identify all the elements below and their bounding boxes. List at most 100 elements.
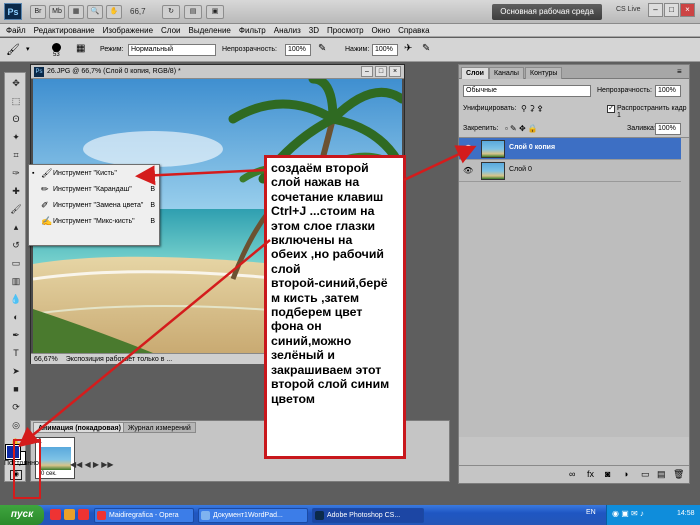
tab-measurement-log[interactable]: Журнал измерений — [123, 422, 196, 433]
new-group-icon[interactable]: ▭ — [641, 469, 650, 480]
flyout-item-brush[interactable]: ▪ 🖌 Инструмент "Кисть" B — [29, 166, 159, 181]
zoom-tool-icon[interactable]: 🔍 — [87, 5, 103, 19]
link-layers-icon[interactable]: ∞ — [569, 469, 575, 479]
delete-layer-icon[interactable]: 🗑 — [673, 469, 684, 480]
3d-orbit-tool-icon[interactable]: ◎ — [9, 419, 23, 431]
brush-tool-icon[interactable]: 🖌 — [6, 43, 20, 56]
doc-minimize-button[interactable]: – — [361, 66, 373, 77]
tray-icons[interactable]: ◉ ▣ ✉ ♪ — [612, 509, 644, 518]
rotate-view-icon[interactable]: ↻ — [162, 5, 180, 19]
flyout-item-mixer-brush[interactable]: ✍ Инструмент "Микс-кисть" B — [29, 214, 159, 229]
tablet-size-icon[interactable]: ✎ — [422, 43, 430, 54]
gradient-tool-icon[interactable]: ▥ — [9, 275, 23, 287]
menu-view[interactable]: Просмотр — [327, 24, 364, 36]
clock[interactable]: 14:58 — [677, 510, 695, 517]
quicklaunch-icon[interactable] — [64, 509, 75, 520]
brush-preset-preview[interactable] — [52, 43, 61, 52]
unify-position-icon[interactable]: ⚲ ⚳ ⚴ — [521, 104, 543, 113]
layer-mask-icon[interactable]: ◙ — [605, 469, 610, 479]
maximize-button[interactable]: □ — [664, 3, 679, 17]
menu-file[interactable]: Файл — [6, 24, 26, 36]
pressure-field[interactable]: 100% — [372, 44, 398, 56]
dodge-tool-icon[interactable]: ◐ — [9, 311, 23, 323]
adjustment-layer-icon[interactable]: ◑ — [623, 469, 628, 479]
brush-tool-icon[interactable]: 🖌 — [9, 203, 23, 215]
layer-opacity-field[interactable]: 100% — [655, 85, 681, 97]
bridge-button[interactable]: Br — [30, 5, 46, 19]
new-layer-icon[interactable]: ▤ — [657, 469, 666, 480]
menu-help[interactable]: Справка — [398, 24, 429, 36]
eyedropper-tool-icon[interactable]: ✑ — [9, 167, 23, 179]
opera-quicklaunch-icon[interactable] — [50, 509, 61, 520]
layer-style-icon[interactable]: fx — [587, 469, 594, 479]
type-tool-icon[interactable]: T — [9, 347, 23, 359]
panel-menu-icon[interactable]: ≡ — [677, 67, 682, 76]
tablet-opacity-icon[interactable]: ✎ — [318, 43, 326, 54]
task-photoshop[interactable]: Adobe Photoshop CS... — [312, 508, 424, 523]
zoom-level[interactable]: 66,7 — [130, 7, 146, 16]
opera-quicklaunch-icon[interactable] — [78, 509, 89, 520]
quick-mask-icon[interactable]: ◉ — [10, 470, 22, 480]
marquee-tool-icon[interactable]: ⬚ — [9, 95, 23, 107]
doc-close-button[interactable]: × — [389, 66, 401, 77]
workspace-switcher[interactable]: Основная рабочая среда — [492, 4, 602, 20]
airbrush-icon[interactable]: ✈ — [404, 43, 412, 54]
shape-tool-icon[interactable]: ■ — [9, 383, 23, 395]
history-brush-tool-icon[interactable]: ↺ — [9, 239, 23, 251]
screen-mode-icon[interactable]: ▣ — [206, 5, 224, 19]
foreground-color-swatch[interactable] — [5, 444, 21, 460]
document-title[interactable]: 26.JPG @ 66,7% (Слой 0 копия, RGB/8) * — [31, 65, 404, 79]
fill-field[interactable]: 100% — [655, 123, 681, 135]
crop-tool-icon[interactable]: ⌗ — [9, 149, 23, 161]
blend-mode-select[interactable]: Обычные — [463, 85, 591, 97]
frame-duration[interactable]: 0 сек. — [41, 471, 57, 477]
tab-layers[interactable]: Слои — [461, 67, 489, 79]
tab-paths[interactable]: Контуры — [525, 67, 563, 79]
hand-tool-icon[interactable]: ✋ — [106, 5, 122, 19]
arrange-documents-icon[interactable]: ▤ — [184, 5, 202, 19]
mode-select[interactable]: Нормальный — [128, 44, 216, 56]
doc-maximize-button[interactable]: □ — [375, 66, 387, 77]
quick-select-tool-icon[interactable]: ✦ — [9, 131, 23, 143]
task-wordpad[interactable]: Документ1WordPad... — [198, 508, 308, 523]
minimize-button[interactable]: – — [648, 3, 663, 17]
language-indicator[interactable]: EN — [586, 509, 596, 516]
menu-3d[interactable]: 3D — [309, 24, 319, 36]
start-button[interactable]: пуск — [0, 505, 44, 525]
menu-edit[interactable]: Редактирование — [34, 24, 95, 36]
layer-row-copy[interactable]: 👁 Слой 0 копия — [459, 138, 681, 160]
layer-row-base[interactable]: 👁 Слой 0 — [459, 160, 681, 182]
brush-panel-icon[interactable]: ▦ — [76, 43, 85, 54]
visibility-eye-icon[interactable]: 👁 — [463, 144, 473, 153]
propagate-checkbox[interactable]: ✓ — [607, 105, 615, 113]
tab-channels[interactable]: Каналы — [489, 67, 524, 79]
menu-filter[interactable]: Фильтр — [239, 24, 266, 36]
animation-frame[interactable]: 1 0 сек. — [35, 437, 75, 479]
menu-layers[interactable]: Слои — [161, 24, 180, 36]
close-button[interactable]: × — [680, 3, 695, 17]
menu-analysis[interactable]: Анализ — [274, 24, 301, 36]
menu-select[interactable]: Выделение — [188, 24, 230, 36]
chevron-down-icon[interactable]: ▾ — [26, 45, 30, 53]
menu-image[interactable]: Изображение — [103, 24, 153, 36]
pen-tool-icon[interactable]: ✒ — [9, 329, 23, 341]
lock-icons[interactable]: ▫ ✎ ✥ 🔒 — [505, 124, 538, 133]
blur-tool-icon[interactable]: 💧 — [9, 293, 23, 305]
task-opera[interactable]: Maidiregrafica - Opera — [94, 508, 194, 523]
clone-stamp-tool-icon[interactable]: ▴ — [9, 221, 23, 233]
visibility-eye-icon[interactable]: 👁 — [463, 166, 473, 175]
tab-animation[interactable]: Анимация (покадровая) — [33, 422, 126, 433]
status-info[interactable]: Экспозиция работает только в ... — [60, 356, 173, 363]
flyout-item-color-replacement[interactable]: ✐ Инструмент "Замена цвета" B — [29, 198, 159, 213]
eraser-tool-icon[interactable]: ▭ — [9, 257, 23, 269]
status-zoom[interactable]: 66,67% — [31, 356, 58, 363]
menu-window[interactable]: Окно — [372, 24, 391, 36]
3d-rotate-tool-icon[interactable]: ⟳ — [9, 401, 23, 413]
lasso-tool-icon[interactable]: ʘ — [9, 113, 23, 125]
path-select-tool-icon[interactable]: ➤ — [9, 365, 23, 377]
cs-live-button[interactable]: CS Live — [616, 6, 641, 13]
extras-icon[interactable]: ▦ — [68, 5, 84, 19]
loop-select[interactable]: Постоянно — [4, 460, 39, 467]
move-tool-icon[interactable]: ✥ — [9, 77, 23, 89]
playback-controls[interactable]: ◀◀ ◀ ▶ ▶▶ — [70, 460, 114, 469]
